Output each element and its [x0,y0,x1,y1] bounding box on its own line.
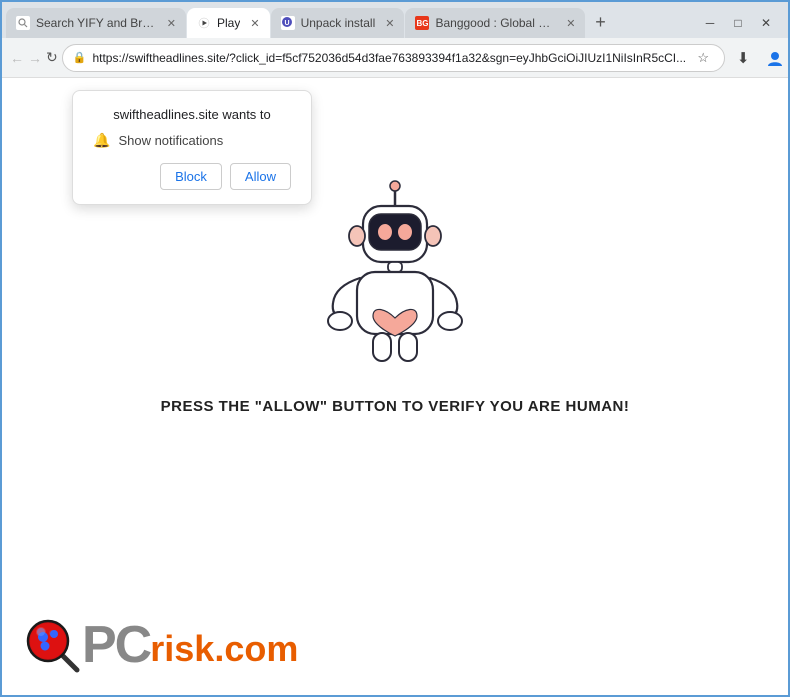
maximize-button[interactable]: □ [724,12,752,34]
robot-illustration [305,178,485,378]
toolbar-right: ⬇ ⋮ [729,44,790,72]
logo-pc: PC [82,619,150,671]
back-button[interactable]: ← [10,44,24,72]
popup-title: swiftheadlines.site wants to [93,107,291,122]
forward-button[interactable]: → [28,44,42,72]
reload-button[interactable]: ↻ [46,44,58,72]
allow-button[interactable]: Allow [230,163,291,190]
download-icon[interactable]: ⬇ [729,44,757,72]
page-content: swiftheadlines.site wants to 🔔 Show noti… [2,78,788,695]
svg-text:U: U [284,20,289,27]
tab-favicon-search [16,16,30,30]
bookmark-icon[interactable]: ☆ [692,47,714,69]
pcrisk-logo: PC risk.com [22,615,298,675]
tab-unpack[interactable]: U Unpack install ✕ [271,8,405,38]
minimize-button[interactable]: ─ [696,12,724,34]
profile-icon[interactable] [761,44,789,72]
toolbar: ← → ↻ 🔒 https://swiftheadlines.site/?cli… [2,38,788,78]
address-icons: ☆ [692,47,714,69]
tab-bar: Search YIFY and Brow... ✕ Play ✕ U Un [2,2,788,38]
lock-icon: 🔒 [73,51,87,64]
popup-notification-row: 🔔 Show notifications [93,132,291,149]
window-controls: ─ □ ✕ [696,12,788,38]
tab-close-unpack[interactable]: ✕ [385,17,394,30]
tab-label-play: Play [217,16,240,30]
tab-close-play[interactable]: ✕ [250,17,259,30]
url-text: https://swiftheadlines.site/?click_id=f5… [92,51,686,65]
address-bar[interactable]: 🔒 https://swiftheadlines.site/?click_id=… [62,44,725,72]
notification-popup: swiftheadlines.site wants to 🔔 Show noti… [72,90,312,205]
tab-label-banggood: Banggood : Global Le... [435,16,556,30]
notification-label: Show notifications [118,133,223,148]
logo-risk-text: risk [150,628,214,669]
popup-buttons: Block Allow [93,163,291,190]
bell-icon: 🔔 [93,132,110,149]
tab-favicon-unpack: U [281,16,295,30]
tab-close-search[interactable]: ✕ [167,17,176,30]
tab-label-search: Search YIFY and Brow... [36,16,157,30]
tab-play[interactable]: Play ✕ [187,8,270,38]
tab-label-unpack: Unpack install [301,16,376,30]
logo-com-text: .com [214,628,298,669]
block-button[interactable]: Block [160,163,222,190]
browser-window: Search YIFY and Brow... ✕ Play ✕ U Un [0,0,790,697]
tab-banggood[interactable]: BG Banggood : Global Le... ✕ [405,8,585,38]
press-allow-text: PRESS THE "ALLOW" BUTTON TO VERIFY YOU A… [161,398,630,415]
tab-favicon-play [197,16,211,30]
logo-text: PC risk.com [82,619,298,671]
logo-icon [22,615,82,675]
close-button[interactable]: ✕ [752,12,780,34]
tab-search-yify[interactable]: Search YIFY and Brow... ✕ [6,8,186,38]
robot-container: PRESS THE "ALLOW" BUTTON TO VERIFY YOU A… [161,178,630,415]
new-tab-button[interactable]: + [586,8,614,36]
tab-close-banggood[interactable]: ✕ [566,17,575,30]
tab-favicon-bg: BG [415,16,429,30]
logo-risk: risk.com [150,631,298,667]
